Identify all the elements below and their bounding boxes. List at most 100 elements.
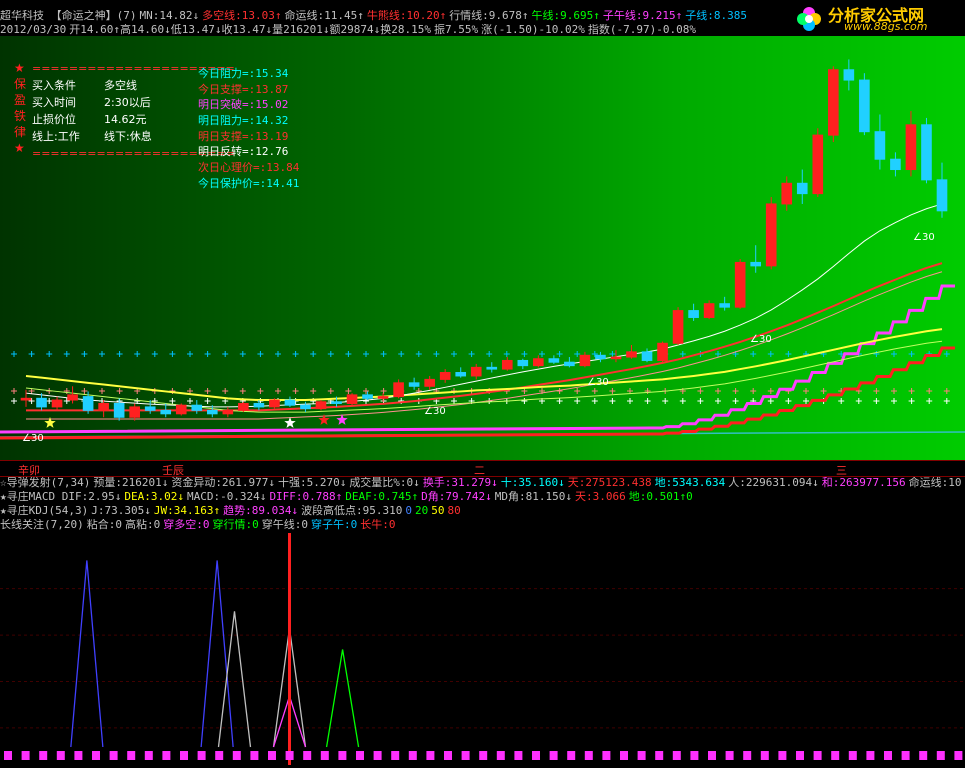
plus-marker (697, 398, 704, 404)
candle-body (517, 359, 529, 367)
candle-body (222, 409, 234, 415)
price-level: 今日阻力=:15.34 (198, 67, 289, 80)
bottom-bar-marker (426, 751, 435, 760)
plus-marker (591, 388, 598, 394)
bottom-bar-marker (901, 751, 910, 760)
site-logo[interactable]: 分析家公式网 www.88gs.com (790, 0, 965, 36)
candle-body (346, 394, 358, 404)
plus-marker (609, 388, 616, 394)
angle-label: ∠30 (913, 232, 935, 243)
angle-label: ∠30 (587, 377, 609, 388)
bottom-bar-marker (56, 751, 65, 760)
indicator-value: 十:35.160↓ (500, 477, 565, 489)
candle-body (455, 372, 467, 377)
bottom-bar-marker (549, 751, 558, 760)
indicator-value: 50 (431, 505, 445, 517)
indicator-row-missile[interactable]: ☆导弹发射(7,34) 预量:216201↓ 资金异动:261.977↓ 十强:5.2… (0, 477, 965, 489)
indicator-value: 涨(-1.50)-10.02% (481, 24, 585, 36)
plus-marker (820, 388, 827, 394)
time-axis[interactable]: 辛卯 壬辰 二 三 (0, 460, 965, 477)
candle-body (160, 409, 172, 415)
plus-marker (609, 351, 616, 357)
indicator-value: D角:79.742↓ (421, 491, 492, 503)
indicator-value: 地:5343.634 (654, 477, 726, 489)
indicator-value: 长线关注(7,20) (0, 519, 84, 531)
ma-white-line (25, 203, 943, 408)
candle-body (36, 397, 47, 408)
rules-side-column: ★ 保盈铁律 ★ (14, 60, 27, 156)
bottom-bar-marker (848, 751, 857, 760)
time-label: 二 (474, 464, 485, 477)
bottom-bar-marker (584, 751, 593, 760)
candle-body (300, 404, 311, 410)
plus-marker (11, 388, 17, 394)
plus-marker (46, 351, 53, 357)
plus-marker (327, 351, 334, 357)
bottom-bar-marker (338, 751, 347, 760)
indicator-value: 午线:9.695↑ (531, 10, 600, 22)
main-price-chart[interactable]: ★ 保盈铁律 ★ ====================== 买入条件 多空线 买入时间… (0, 36, 965, 460)
indicator-value: 牛熊线:10.20↑ (366, 10, 447, 22)
candle-body (828, 69, 839, 136)
indicator-value: 人:229631.094↓ (728, 477, 819, 489)
ma-yellow-line (25, 328, 943, 402)
time-label: 壬辰 (162, 464, 184, 477)
indicator-value: 开14.60↑高14.60↓低13.47↓收13.47↓量216201↓额298… (69, 24, 432, 36)
plus-marker (275, 351, 281, 357)
bottom-bar-marker (954, 751, 963, 760)
indicator-value: 波段高低点:95.310 (301, 505, 403, 517)
plus-marker (169, 398, 176, 404)
plus-marker (28, 351, 35, 357)
bottom-bar-marker (92, 751, 100, 760)
bottom-bar-marker (356, 751, 364, 760)
plus-marker (363, 388, 369, 394)
rules-side-char: 盈 (14, 93, 27, 107)
bottom-bar-marker (303, 751, 312, 760)
candle-body (269, 399, 280, 408)
rules-line-value: 多空线 (104, 79, 137, 92)
indicator-row-longterm[interactable]: 长线关注(7,20) 粘合:0 高粘:0 穿多空:0 穿行情:0 穿午线:0 穿子午:0 长牛… (0, 519, 965, 531)
rules-side-char: ★ (14, 141, 25, 155)
plus-marker (943, 351, 950, 357)
plus-marker (521, 351, 528, 357)
bottom-bar-marker (162, 751, 171, 760)
plus-marker (222, 351, 229, 357)
candle-body (175, 404, 187, 415)
lower-indicator-chart[interactable] (0, 533, 965, 765)
plus-marker (363, 398, 369, 404)
bottom-bar-marker (655, 751, 664, 760)
bottom-bar-marker (919, 751, 928, 760)
candle-body (657, 342, 668, 361)
plus-marker (662, 398, 669, 404)
plus-marker (363, 351, 369, 357)
plus-marker (415, 351, 422, 357)
indicator-value: 穿行情:0 (212, 519, 259, 531)
plus-marker (943, 398, 950, 404)
indicator-row-macd[interactable]: ★寻庄MACD DIF:2.95↓ DEA:3.02↓ MACD:-0.324↓ DI… (0, 491, 965, 503)
indicator-value: 0 (405, 505, 413, 517)
bottom-bar-marker (637, 751, 646, 760)
candle-body (238, 402, 249, 411)
plus-marker (715, 398, 721, 404)
indicator-value: 趋势:89.034↓ (223, 505, 299, 517)
bottom-bar-marker (743, 751, 752, 760)
plus-marker (521, 398, 528, 404)
plus-marker (574, 351, 581, 357)
indicator-value: 2012/03/30 (0, 24, 67, 36)
plus-marker (345, 388, 352, 394)
indicator-row-kdj[interactable]: ★寻庄KDJ(54,3) J:73.305↓ JW:34.163↑ 趋势:89.034… (0, 505, 965, 517)
plus-marker (468, 351, 475, 357)
indicator-value: MACD:-0.324↓ (186, 491, 267, 503)
bottom-bar-marker (180, 751, 188, 760)
candle-body (82, 396, 94, 411)
candle-body (315, 401, 327, 410)
rules-side-char: ★ (14, 61, 25, 75)
plus-marker (292, 351, 299, 357)
plus-marker (873, 388, 880, 394)
plus-marker (908, 388, 915, 394)
indicator-value: ☆导弹发射(7,34) (0, 477, 91, 489)
price-level: 明日反转=:12.76 (198, 145, 289, 159)
plus-marker (627, 398, 633, 404)
candle-body (765, 203, 777, 267)
candle-body (20, 397, 32, 401)
